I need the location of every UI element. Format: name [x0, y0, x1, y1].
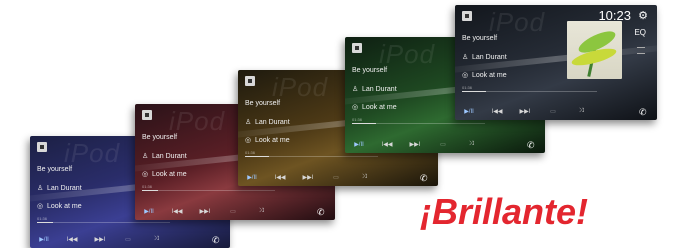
shuffle-button[interactable]: ⤨: [350, 174, 378, 181]
control-bar: ▶/II I◀◀ ▶▶I ▭ ⤨: [455, 102, 657, 120]
next-button[interactable]: ▶▶I: [294, 174, 322, 181]
source-icon[interactable]: [352, 43, 362, 53]
progress-bar[interactable]: [462, 91, 597, 92]
disc-icon: ◎: [352, 104, 359, 111]
person-icon: ♙: [245, 119, 252, 126]
control-bar: ▶/II I◀◀ ▶▶I ▭ ⤨: [135, 202, 335, 220]
source-icon[interactable]: [245, 76, 255, 86]
elapsed-time: 01:36: [37, 216, 48, 221]
menu-icon[interactable]: [637, 47, 645, 54]
ipod-watermark: iPod: [489, 7, 546, 37]
progress-bar[interactable]: [37, 222, 170, 223]
album-row: ◎ Look at me: [352, 104, 397, 111]
next-button[interactable]: ▶▶I: [191, 208, 219, 215]
elapsed-time: 01:36: [142, 184, 153, 189]
ipod-watermark: iPod: [379, 39, 436, 69]
progress-fill: [37, 222, 53, 223]
previous-button[interactable]: I◀◀: [58, 236, 86, 243]
shuffle-button[interactable]: ⤨: [247, 208, 275, 215]
album-row: ◎ Look at me: [245, 137, 290, 144]
album-row: ◎ Look at me: [462, 72, 507, 79]
elapsed-time: 01:36: [352, 117, 363, 122]
repeat-button[interactable]: ▭: [539, 108, 567, 115]
play-pause-button[interactable]: ▶/II: [345, 141, 373, 148]
person-icon: ♙: [352, 86, 359, 93]
next-button[interactable]: ▶▶I: [511, 108, 539, 115]
gear-icon[interactable]: ⚙: [638, 9, 648, 22]
artist-row: ♙ Lan Durant: [245, 119, 290, 126]
repeat-button[interactable]: ▭: [114, 236, 142, 243]
source-icon[interactable]: [142, 110, 152, 120]
artist-row: ♙ Lan Durant: [142, 153, 187, 160]
progress-bar[interactable]: [245, 156, 378, 157]
person-icon: ♙: [37, 185, 44, 192]
ipod-watermark: iPod: [64, 138, 121, 168]
play-pause-button[interactable]: ▶/II: [30, 236, 58, 243]
ipod-watermark: iPod: [272, 72, 329, 102]
next-button[interactable]: ▶▶I: [86, 236, 114, 243]
eq-button[interactable]: EQ: [634, 28, 646, 37]
elapsed-time: 01:36: [462, 85, 473, 90]
repeat-button[interactable]: ▭: [322, 174, 350, 181]
artist-row: ♙ Lan Durant: [462, 54, 507, 61]
progress-fill: [142, 190, 158, 191]
progress-fill: [462, 91, 487, 92]
control-bar: ▶/II I◀◀ ▶▶I ▭ ⤨: [238, 168, 438, 186]
next-button[interactable]: ▶▶I: [401, 141, 429, 148]
artist-row: ♙ Lan Durant: [37, 185, 82, 192]
song-title: Be yourself: [245, 100, 281, 107]
shuffle-button[interactable]: ⤨: [457, 141, 485, 148]
album-row: ◎ Look at me: [37, 203, 82, 210]
song-title: Be yourself: [352, 67, 388, 74]
disc-icon: ◎: [37, 203, 44, 210]
shuffle-button[interactable]: ⤨: [567, 108, 595, 115]
previous-button[interactable]: I◀◀: [373, 141, 401, 148]
play-pause-button[interactable]: ▶/II: [238, 174, 266, 181]
progress-fill: [245, 156, 269, 157]
repeat-button[interactable]: ▭: [219, 208, 247, 215]
artist-row: ♙ Lan Durant: [352, 86, 397, 93]
previous-button[interactable]: I◀◀: [163, 208, 191, 215]
phone-icon[interactable]: ✆: [527, 141, 535, 150]
phone-icon[interactable]: ✆: [212, 236, 220, 245]
control-bar: ▶/II I◀◀ ▶▶I ▭ ⤨: [30, 230, 230, 248]
person-icon: ♙: [142, 153, 149, 160]
progress-bar[interactable]: [352, 123, 485, 124]
album-row: ◎ Look at me: [142, 171, 187, 178]
control-bar: ▶/II I◀◀ ▶▶I ▭ ⤨: [345, 135, 545, 153]
shuffle-button[interactable]: ⤨: [142, 236, 170, 243]
progress-fill: [352, 123, 376, 124]
album-artwork[interactable]: [567, 21, 622, 79]
phone-icon[interactable]: ✆: [317, 208, 325, 217]
phone-icon[interactable]: ✆: [420, 174, 428, 183]
disc-icon: ◎: [142, 171, 149, 178]
play-pause-button[interactable]: ▶/II: [135, 208, 163, 215]
play-pause-button[interactable]: ▶/II: [455, 108, 483, 115]
slogan-text: ¡Brillante!: [420, 191, 589, 232]
ipod-watermark: iPod: [169, 106, 226, 136]
song-title: Be yourself: [37, 166, 73, 173]
song-title: Be yourself: [462, 35, 498, 42]
person-icon: ♙: [462, 54, 469, 61]
phone-icon[interactable]: ✆: [639, 108, 647, 117]
source-icon[interactable]: [37, 142, 47, 152]
elapsed-time: 01:36: [245, 150, 256, 155]
source-icon[interactable]: [462, 11, 472, 21]
previous-button[interactable]: I◀◀: [266, 174, 294, 181]
disc-icon: ◎: [462, 72, 469, 79]
previous-button[interactable]: I◀◀: [483, 108, 511, 115]
screen-slate: iPod 10:23 ⚙ EQ Be yourself ♙ Lan Durant …: [455, 5, 657, 120]
progress-bar[interactable]: [142, 190, 275, 191]
repeat-button[interactable]: ▭: [429, 141, 457, 148]
song-title: Be yourself: [142, 134, 178, 141]
disc-icon: ◎: [245, 137, 252, 144]
